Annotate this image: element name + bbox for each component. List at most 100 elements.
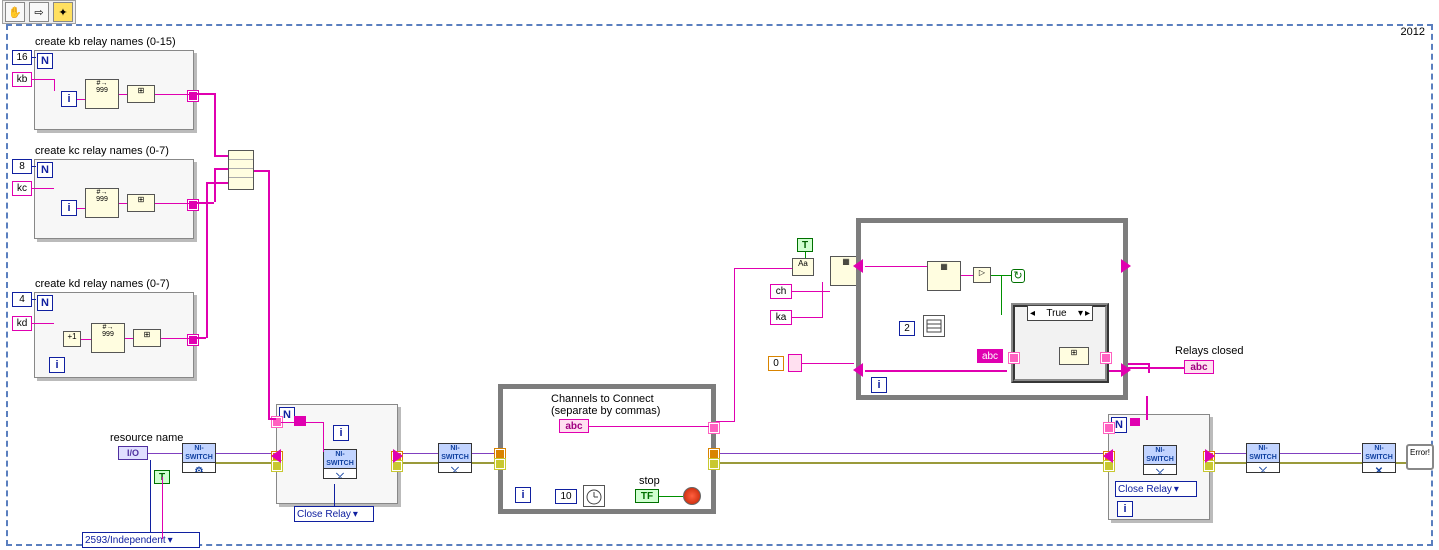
- stop-control[interactable]: TF: [635, 489, 659, 503]
- init-index-constant[interactable]: 0: [768, 356, 784, 371]
- error-out-indicator[interactable]: Error!: [1406, 444, 1434, 470]
- case-structure: ◂ True ▾ ▸ ⊞: [1011, 303, 1109, 383]
- compare-icon: ▷: [973, 267, 991, 283]
- format-into-string-icon: #→999: [91, 323, 125, 353]
- tunnel: [1009, 353, 1019, 363]
- case-value: True: [1037, 308, 1076, 319]
- kb-prefix-constant[interactable]: kb: [12, 72, 32, 87]
- kd-count-constant[interactable]: 4: [12, 292, 32, 307]
- inner-while-loop: i 2 ▦ ▷ ↻ ◂ True ▾ ▸ ⊞ abc: [856, 218, 1128, 400]
- loop-i-terminal: i: [61, 91, 77, 107]
- dropdown-arrow-icon: ▾: [1174, 484, 1179, 495]
- niswitch-init-vi: NI-SWITCH ⚙: [182, 443, 216, 473]
- loop-N-terminal: N: [37, 53, 53, 69]
- case-right-arrow[interactable]: ▸: [1085, 308, 1090, 319]
- channels-label-1: Channels to Connect: [551, 393, 654, 405]
- ch-constant[interactable]: ch: [770, 284, 792, 299]
- shift-register-left: [853, 259, 863, 273]
- kb-count-constant[interactable]: 16: [12, 50, 32, 65]
- icon-text: Aa: [798, 259, 808, 268]
- topology-value: 2593/Independent: [85, 535, 166, 546]
- ka-constant[interactable]: ka: [770, 310, 792, 325]
- case-dropdown-arrow[interactable]: ▾: [1078, 308, 1083, 319]
- search-replace-icon: ▦: [927, 261, 961, 291]
- kb-for-loop: N i #→999 ⊞: [34, 50, 194, 130]
- tunnel: [709, 449, 719, 459]
- loop-i-terminal: i: [61, 200, 77, 216]
- kc-count-constant[interactable]: 8: [12, 159, 32, 174]
- stop-terminal: [683, 487, 701, 505]
- concat-strings-icon: ⊞: [127, 85, 155, 103]
- tunnel: [709, 423, 719, 433]
- wait-ms-constant[interactable]: 10: [555, 489, 577, 504]
- loop-i-terminal: i: [49, 357, 65, 373]
- relays-closed-indicator[interactable]: abc: [1184, 360, 1214, 374]
- topology-enum[interactable]: 2593/Independent▾: [82, 532, 200, 548]
- loop-condition-icon: ↻: [1011, 269, 1025, 283]
- dot: [294, 416, 306, 426]
- parse-bool-constant[interactable]: T: [797, 238, 813, 252]
- close-relay-for-loop-2: N i NI-SWITCH ⤫ Close Relay▾: [1108, 414, 1210, 520]
- two-constant[interactable]: 2: [899, 321, 915, 336]
- tunnel: [1101, 353, 1111, 363]
- relay-action-enum-2[interactable]: Close Relay▾: [1115, 481, 1197, 497]
- enum-value: Close Relay: [297, 509, 351, 520]
- sequence-frame: [6, 24, 1433, 546]
- channels-label-2: (separate by commas): [551, 405, 660, 417]
- wait-ms-vi: [583, 485, 605, 507]
- relay-action-enum-1[interactable]: Close Relay▾: [294, 506, 374, 522]
- kd-loop-title: create kd relay names (0-7): [35, 278, 170, 290]
- match-pattern-icon: Aa: [792, 258, 814, 276]
- loop-i-terminal: i: [333, 425, 349, 441]
- kc-loop-title: create kc relay names (0-7): [35, 145, 169, 157]
- format-into-string-icon: #→999: [85, 79, 119, 109]
- kd-prefix-constant[interactable]: kd: [12, 316, 32, 331]
- increment-icon: +1: [63, 331, 81, 347]
- shift-register-left: [853, 363, 863, 377]
- shift-register-left: [271, 449, 281, 463]
- tunnel: [1104, 423, 1114, 433]
- frame-year-label: 2012: [1401, 26, 1425, 38]
- toolbar: ✋ ⇨ ✦: [2, 0, 76, 24]
- arrow-icon[interactable]: ⇨: [29, 2, 49, 22]
- shift-register-right: [1205, 449, 1215, 463]
- case-left-arrow[interactable]: ◂: [1030, 308, 1035, 319]
- shift-register-right: [393, 449, 403, 463]
- abc-constant: abc: [977, 349, 1003, 363]
- niswitch-vi-2: NI-SWITCH ⤫: [438, 443, 472, 473]
- tunnel: [709, 459, 719, 469]
- loop-i-terminal: i: [515, 487, 531, 503]
- resource-io-terminal[interactable]: I/O: [118, 446, 148, 460]
- shift-register-right: [1121, 259, 1131, 273]
- init-array-constant[interactable]: [788, 354, 802, 372]
- hand-icon[interactable]: ✋: [5, 2, 25, 22]
- tunnel: [495, 459, 505, 469]
- format-into-string-icon: #→999: [85, 188, 119, 218]
- kd-for-loop: N i +1 #→999 ⊞: [34, 292, 194, 378]
- index-array-icon: [923, 315, 945, 337]
- niswitch-close-vi: NI-SWITCH ✕: [1362, 443, 1396, 473]
- kb-loop-title: create kb relay names (0-15): [35, 36, 176, 48]
- highlight-exec-icon[interactable]: ✦: [53, 2, 73, 22]
- enum-value: Close Relay: [1118, 484, 1172, 495]
- shift-register-left: [1103, 449, 1113, 463]
- channels-control[interactable]: abc: [559, 419, 589, 433]
- kc-for-loop: N i #→999 ⊞: [34, 159, 194, 239]
- dropdown-arrow-icon: ▾: [353, 509, 358, 520]
- concat-strings-icon: ⊞: [127, 194, 155, 212]
- dot: [1130, 418, 1140, 426]
- niswitch-vi-3: NI-SWITCH ⤫: [1246, 443, 1280, 473]
- tunnel: [495, 449, 505, 459]
- loop-i-terminal: i: [1117, 501, 1133, 517]
- build-array-icon: ⊞: [1059, 347, 1089, 365]
- concat-strings-icon: ⊞: [133, 329, 161, 347]
- loop-i-terminal: i: [871, 377, 887, 393]
- dropdown-arrow-icon: ▾: [168, 535, 173, 546]
- niswitch-relay-vi: NI-SWITCH ⤫: [323, 449, 357, 479]
- kc-prefix-constant[interactable]: kc: [12, 181, 32, 196]
- niswitch-relay-vi: NI-SWITCH ⤫: [1143, 445, 1177, 475]
- resource-name-label: resource name: [110, 432, 183, 444]
- case-selector[interactable]: ◂ True ▾ ▸: [1027, 305, 1093, 321]
- stop-label: stop: [639, 475, 660, 487]
- loop-N-terminal: N: [37, 295, 53, 311]
